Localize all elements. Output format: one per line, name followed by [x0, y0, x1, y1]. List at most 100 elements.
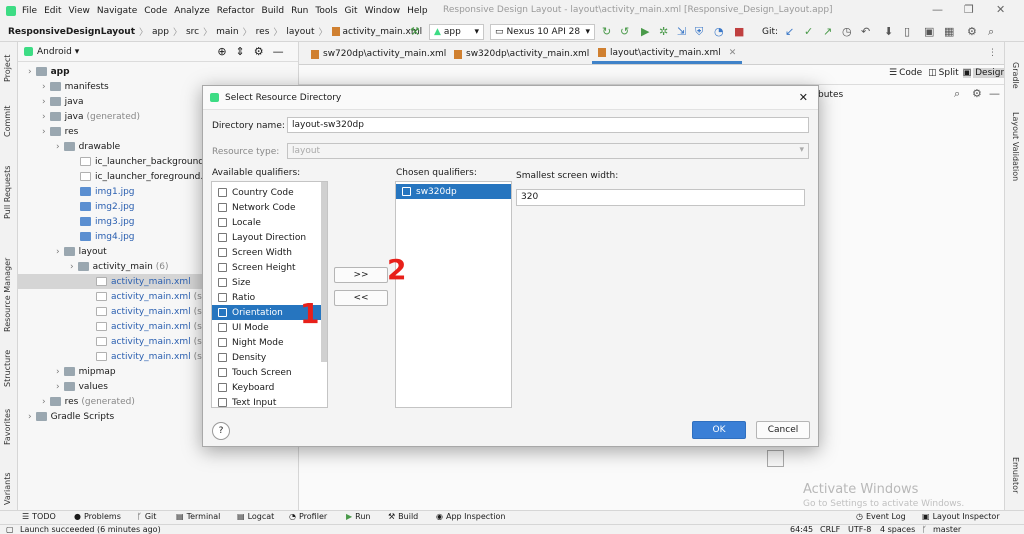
line-separator[interactable]: CRLF	[820, 525, 840, 534]
gear-icon[interactable]: ⚙	[972, 87, 982, 100]
layout-inspector-tool[interactable]: ▣ Layout Inspector	[922, 512, 1000, 521]
git-update-icon[interactable]: ↙	[785, 25, 794, 38]
qualifier-item-locale[interactable]: Locale	[212, 215, 327, 230]
tree-item[interactable]: › app	[18, 64, 299, 79]
project-view-mode[interactable]: Android	[37, 47, 72, 57]
breadcrumb-main[interactable]: main	[216, 27, 239, 37]
stop-icon[interactable]: ■	[734, 25, 744, 38]
file-encoding[interactable]: UTF-8	[848, 525, 871, 534]
chevron-right-icon[interactable]: ›	[70, 262, 74, 272]
close-icon[interactable]: ✕	[729, 48, 737, 58]
restore-icon[interactable]: ❐	[964, 3, 974, 16]
app-inspection-tool[interactable]: ◉ App Inspection	[436, 512, 505, 521]
tool-tab-structure[interactable]: Structure	[3, 350, 12, 387]
target-icon[interactable]: ⊕	[217, 45, 226, 58]
chevron-right-icon[interactable]: ›	[42, 82, 46, 92]
zoom-to-fit-icon[interactable]	[767, 450, 784, 467]
device-dropdown[interactable]: ▭ Nexus 10 API 28 ▾	[490, 24, 595, 40]
cancel-button[interactable]: Cancel	[756, 421, 810, 439]
add-qualifier-button[interactable]: >>	[334, 267, 388, 283]
qualifier-item-touch-screen[interactable]: Touch Screen	[212, 365, 327, 380]
menu-item-tools[interactable]: Tools	[315, 6, 337, 16]
todo-tool[interactable]: ☰ TODO	[22, 512, 56, 521]
tool-tab-project[interactable]: Project	[3, 55, 12, 82]
close-window-icon[interactable]: ✕	[996, 3, 1005, 16]
menu-item-navigate[interactable]: Navigate	[97, 6, 137, 16]
minimize-icon[interactable]: —	[932, 3, 943, 16]
hammer-icon[interactable]: ⚒	[410, 25, 420, 38]
run-icon[interactable]: ▶	[641, 25, 649, 38]
design-mode-button[interactable]: Design	[973, 68, 1009, 78]
indent-setting[interactable]: 4 spaces	[880, 525, 915, 534]
breadcrumb-project[interactable]: ResponsiveDesignLayout	[8, 27, 135, 37]
qualifier-item-text-input[interactable]: Text Input	[212, 395, 327, 407]
ok-button[interactable]: OK	[692, 421, 746, 439]
split-mode-button[interactable]: Split	[939, 68, 959, 78]
tool-tab-layout-validation[interactable]: Layout Validation	[1011, 112, 1020, 181]
menu-item-code[interactable]: Code	[144, 6, 167, 16]
tab-layout-activity-main[interactable]: layout\activity_main.xml ✕	[592, 44, 743, 64]
qualifier-item-night-mode[interactable]: Night Mode	[212, 335, 327, 350]
breadcrumb-res[interactable]: res	[256, 27, 270, 37]
problems-tool[interactable]: ● Problems	[74, 512, 121, 521]
layout-inspector-icon[interactable]: ▣	[924, 25, 934, 38]
attach-debugger-icon[interactable]: ⇲	[677, 25, 686, 38]
more-tabs-icon[interactable]: ⋮	[988, 48, 997, 58]
menu-item-refactor[interactable]: Refactor	[217, 6, 255, 16]
sdk-manager-icon[interactable]: ⬇	[884, 25, 893, 38]
profile-icon[interactable]: ◔	[714, 25, 724, 38]
qualifier-item-screen-width[interactable]: Screen Width	[212, 245, 327, 260]
coverage-icon[interactable]: ⛨	[695, 25, 703, 39]
git-commit-icon[interactable]: ✓	[804, 25, 813, 38]
chevron-right-icon[interactable]: ›	[28, 67, 32, 77]
code-mode-button[interactable]: Code	[899, 68, 922, 78]
menu-item-build[interactable]: Build	[262, 6, 285, 16]
breadcrumb-layout[interactable]: layout	[286, 27, 314, 37]
tab-sw320dp[interactable]: sw320dp\activity_main.xml✕	[448, 44, 611, 64]
git-tool[interactable]: ᚴ Git	[137, 512, 156, 521]
chosen-qualifiers-list[interactable]: sw320dp	[395, 181, 512, 408]
available-qualifiers-list[interactable]: Country Code Network Code Locale Layout Dir…	[211, 181, 328, 408]
tool-tab-emulator[interactable]: Emulator	[1011, 457, 1020, 493]
git-push-icon[interactable]: ↗	[823, 25, 832, 38]
help-button[interactable]: ?	[212, 422, 230, 440]
qualifier-item-keyboard[interactable]: Keyboard	[212, 380, 327, 395]
qualifier-item-layout-direction[interactable]: Layout Direction	[212, 230, 327, 245]
chevron-right-icon[interactable]: ›	[42, 97, 46, 107]
chevron-right-icon[interactable]: ›	[56, 247, 60, 257]
hide-icon[interactable]: —	[989, 87, 1000, 100]
profiler-tool[interactable]: ◔ Profiler	[289, 512, 327, 521]
collapse-icon[interactable]: ⇕	[236, 45, 245, 58]
cursor-position[interactable]: 64:45	[790, 525, 813, 534]
chosen-qualifier-item[interactable]: sw320dp	[396, 184, 511, 199]
menu-item-file[interactable]: File	[22, 6, 37, 16]
chevron-right-icon[interactable]: ›	[42, 397, 46, 407]
qualifier-item-size[interactable]: Size	[212, 275, 327, 290]
chevron-right-icon[interactable]: ›	[42, 112, 46, 122]
gear-icon[interactable]: ⚙	[254, 45, 264, 58]
search-icon[interactable]: ⌕	[988, 25, 994, 39]
menu-item-window[interactable]: Window	[365, 6, 401, 16]
tool-tab-variants[interactable]: Variants	[3, 472, 12, 505]
close-icon[interactable]: ✕	[799, 91, 808, 104]
run-tool[interactable]: ▶ Run	[346, 512, 371, 521]
chevron-right-icon[interactable]: ›	[56, 367, 60, 377]
debug-icon[interactable]: ✲	[659, 25, 668, 38]
rollback-icon[interactable]: ↶	[861, 25, 870, 38]
tab-sw720dp[interactable]: sw720dp\activity_main.xml✕	[305, 44, 468, 64]
breadcrumb-app[interactable]: app	[152, 27, 169, 37]
apply-changes-icon[interactable]: ↻	[602, 25, 611, 38]
hide-icon[interactable]: —	[273, 45, 284, 58]
tool-tab-gradle[interactable]: Gradle	[1011, 62, 1020, 89]
remove-qualifier-button[interactable]: <<	[334, 290, 388, 306]
smallest-screen-width-input[interactable]: 320	[516, 189, 805, 206]
settings-icon[interactable]: ⚙	[967, 25, 977, 38]
menu-item-edit[interactable]: Edit	[44, 6, 61, 16]
history-icon[interactable]: ◷	[842, 25, 852, 38]
directory-name-input[interactable]: layout-sw320dp	[287, 117, 809, 133]
qualifier-item-country-code[interactable]: Country Code	[212, 185, 327, 200]
run-config-dropdown[interactable]: ▲ app ▾	[429, 24, 484, 40]
breadcrumb-src[interactable]: src	[186, 27, 199, 37]
chevron-right-icon[interactable]: ›	[28, 412, 32, 422]
terminal-tool[interactable]: ▤ Terminal	[176, 512, 220, 521]
